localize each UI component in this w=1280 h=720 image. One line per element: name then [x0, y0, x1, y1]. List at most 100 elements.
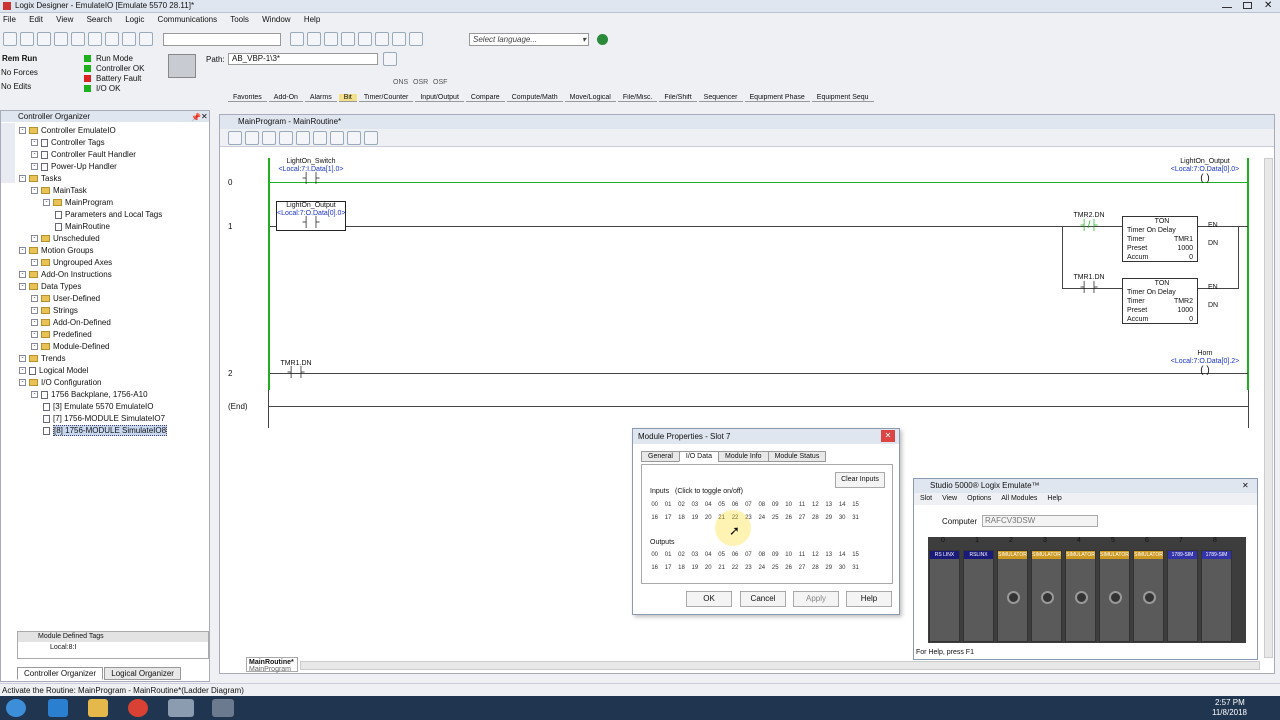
input-bit-27[interactable]: 27 [795, 515, 808, 521]
cancel-button[interactable]: Cancel [740, 591, 786, 607]
input-bit-13[interactable]: 13 [822, 502, 835, 508]
output-bit-25[interactable]: 25 [769, 565, 782, 571]
input-bit-25[interactable]: 25 [769, 515, 782, 521]
instr-tab-equipment-sequ[interactable]: Equipment Sequ [811, 94, 874, 102]
chassis-slot-7[interactable]: 1789-SIM [1167, 550, 1198, 642]
expand-icon[interactable]: - [31, 331, 38, 339]
expand-icon[interactable]: - [31, 295, 38, 303]
chassis-slot-5[interactable]: SIMULATOR [1099, 550, 1130, 642]
expand-icon[interactable]: - [19, 283, 26, 291]
chassis-slot-0[interactable]: RS LINX [929, 550, 960, 642]
input-bit-14[interactable]: 14 [835, 502, 848, 508]
rung-2-xic[interactable]: TMR1.DN ┤ ├ [276, 360, 316, 378]
clear-inputs-button[interactable]: Clear Inputs [835, 472, 885, 488]
close-button[interactable]: ✕ [1264, 0, 1272, 11]
ton-block-1[interactable]: TON Timer On Delay Timer TMR1 Preset 1000 … [1122, 216, 1198, 262]
tags-icon[interactable] [375, 32, 389, 46]
input-bit-01[interactable]: 01 [661, 502, 674, 508]
pin-icon[interactable]: 📌 [191, 112, 201, 123]
instr-tab-file-shift[interactable]: File/Shift [659, 94, 697, 102]
expand-icon[interactable]: - [19, 379, 26, 387]
chassis-slot-1[interactable]: RSLINX [963, 550, 994, 642]
emulate-menu-slot[interactable]: Slot [920, 495, 932, 502]
expand-icon[interactable]: - [31, 391, 38, 399]
routine-tab[interactable]: MainRoutine* MainProgram [246, 657, 298, 673]
expand-icon[interactable]: - [19, 247, 26, 255]
chassis-slot-6[interactable]: SIMULATOR [1133, 550, 1164, 642]
paste-icon[interactable] [105, 32, 119, 46]
input-bit-19[interactable]: 19 [688, 515, 701, 521]
print-icon[interactable] [54, 32, 68, 46]
output-bit-23[interactable]: 23 [742, 565, 755, 571]
input-bit-26[interactable]: 26 [782, 515, 795, 521]
output-bit-24[interactable]: 24 [755, 565, 768, 571]
input-bit-11[interactable]: 11 [795, 502, 808, 508]
tree-item[interactable]: MainRoutine [19, 221, 209, 233]
ote-icon[interactable] [296, 131, 310, 145]
edit-icon[interactable] [347, 131, 361, 145]
expand-icon[interactable]: - [19, 367, 26, 375]
tree-item[interactable]: - Add-On Instructions [19, 269, 209, 281]
input-bit-12[interactable]: 12 [809, 502, 822, 508]
instr-tab-sequencer[interactable]: Sequencer [698, 94, 743, 102]
output-bit-14[interactable]: 14 [835, 552, 848, 558]
rung-0-xic[interactable]: LightOn_Switch <Local:7:I.Data[1].0> ┤ ├ [276, 158, 346, 184]
rung-0-ote[interactable]: LightOn_Output <Local:7:O.Data[0].0> ( ) [1160, 158, 1250, 184]
expand-icon[interactable]: - [19, 355, 26, 363]
expand-icon[interactable]: - [19, 127, 26, 135]
new-icon[interactable] [3, 32, 17, 46]
output-bit-22[interactable]: 22 [728, 565, 741, 571]
input-bit-28[interactable]: 28 [809, 515, 822, 521]
expand-icon[interactable]: - [31, 235, 38, 243]
output-bit-21[interactable]: 21 [715, 565, 728, 571]
output-bit-19[interactable]: 19 [688, 565, 701, 571]
expand-icon[interactable]: - [19, 175, 26, 183]
expand-icon[interactable]: - [31, 163, 38, 171]
input-bit-16[interactable]: 16 [648, 515, 661, 521]
instr-tab-favorites[interactable]: Favorites [228, 94, 267, 102]
output-bit-04[interactable]: 04 [702, 552, 715, 558]
output-bit-28[interactable]: 28 [809, 565, 822, 571]
rung-2-ote[interactable]: Horn <Local:7:O.Data[0].2> ( ) [1160, 350, 1250, 376]
ons-symbol[interactable]: ONS [393, 79, 408, 86]
mdt-item[interactable]: Local:8:I [18, 642, 208, 653]
tree-item[interactable]: - Ungrouped Axes [19, 257, 209, 269]
branch-icon[interactable] [245, 131, 259, 145]
tree-item[interactable]: - User-Defined [19, 293, 209, 305]
tree-item[interactable]: - Module-Defined [19, 341, 209, 353]
tree-item[interactable]: - Tasks [19, 173, 209, 185]
instr-tab-compute-math[interactable]: Compute/Math [506, 94, 563, 102]
output-bit-17[interactable]: 17 [661, 565, 674, 571]
chrome-icon[interactable] [128, 699, 148, 717]
input-bit-29[interactable]: 29 [822, 515, 835, 521]
input-bit-31[interactable]: 31 [849, 515, 862, 521]
emulate-menu-all-modules[interactable]: All Modules [1001, 495, 1037, 502]
start-pages-strip[interactable] [1, 123, 15, 183]
menu-file[interactable]: File [3, 15, 16, 24]
go-icon[interactable] [597, 34, 608, 45]
open-icon[interactable] [20, 32, 34, 46]
horizontal-scrollbar[interactable] [300, 661, 1260, 670]
output-bit-07[interactable]: 07 [742, 552, 755, 558]
menu-communications[interactable]: Communications [158, 15, 218, 24]
tab-module-status[interactable]: Module Status [767, 451, 827, 462]
otl-icon[interactable] [313, 131, 327, 145]
expand-icon[interactable]: - [31, 343, 38, 351]
output-bit-27[interactable]: 27 [795, 565, 808, 571]
tab-module-info[interactable]: Module Info [717, 451, 769, 462]
verify-controller-icon[interactable] [307, 32, 321, 46]
instr-tab-input-output[interactable]: Input/Output [415, 94, 464, 102]
expand-icon[interactable]: - [31, 187, 38, 195]
menu-logic[interactable]: Logic [125, 15, 144, 24]
tree-item[interactable]: - Logical Model [19, 365, 209, 377]
instr-tab-alarms[interactable]: Alarms [304, 94, 337, 102]
rung-1-tmr1-dn[interactable]: TMR1.DN ┤ ├ [1066, 274, 1112, 294]
tree-item[interactable]: - Trends [19, 353, 209, 365]
undo-icon[interactable] [122, 32, 136, 46]
start-button[interactable] [6, 699, 26, 717]
chassis-slot-8[interactable]: 1789-SIM [1201, 550, 1232, 642]
menu-view[interactable]: View [56, 15, 73, 24]
chassis-slot-3[interactable]: SIMULATOR [1031, 550, 1062, 642]
input-bit-17[interactable]: 17 [661, 515, 674, 521]
copy-icon[interactable] [88, 32, 102, 46]
